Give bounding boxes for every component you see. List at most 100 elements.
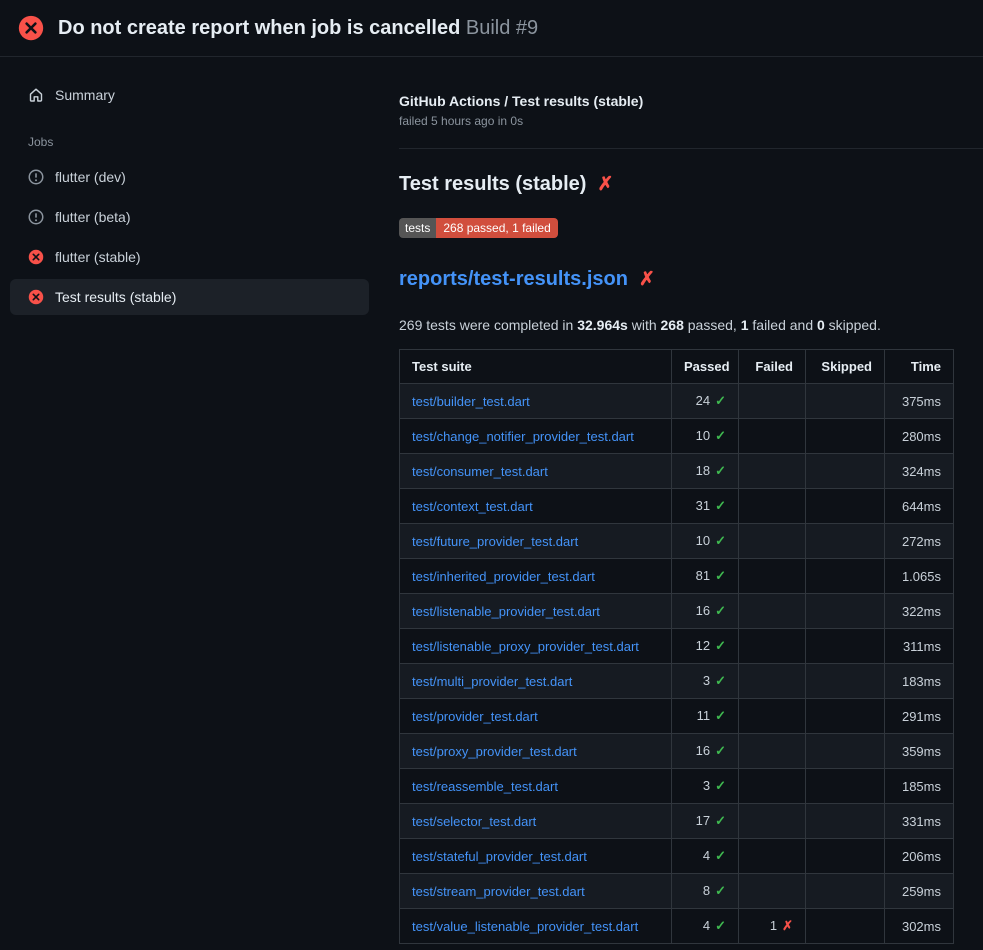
check-icon: ✓ (715, 743, 726, 758)
test-suite-link[interactable]: test/value_listenable_provider_test.dart (412, 919, 638, 934)
sidebar-job-item[interactable]: flutter (stable) (10, 239, 369, 275)
table-row: test/stateful_provider_test.dart 4✓ 206m… (400, 839, 954, 874)
test-suite-link[interactable]: test/multi_provider_test.dart (412, 674, 572, 689)
skipped-cell (806, 769, 885, 804)
check-icon: ✓ (715, 603, 726, 618)
job-label: flutter (stable) (55, 249, 141, 265)
skipped-cell (806, 874, 885, 909)
table-row: test/stream_provider_test.dart 8✓ 259ms (400, 874, 954, 909)
passed-count: 8 (703, 883, 710, 898)
sidebar-summary-label: Summary (55, 87, 115, 103)
time-cell: 644ms (885, 489, 954, 524)
test-suite-link[interactable]: test/selector_test.dart (412, 814, 536, 829)
failed-cell (739, 629, 806, 664)
sidebar-job-item[interactable]: Test results (stable) (10, 279, 369, 315)
table-row: test/provider_test.dart 11✓ 291ms (400, 699, 954, 734)
skipped-cell (806, 804, 885, 839)
time-cell: 291ms (885, 699, 954, 734)
suite-cell: test/context_test.dart (400, 489, 672, 524)
table-row: test/listenable_provider_test.dart 16✓ 3… (400, 594, 954, 629)
tests-status-badge: tests 268 passed, 1 failed (399, 218, 558, 238)
build-header: Do not create report when job is cancell… (0, 0, 983, 57)
suite-cell: test/change_notifier_provider_test.dart (400, 419, 672, 454)
table-row: test/selector_test.dart 17✓ 331ms (400, 804, 954, 839)
failed-cell (739, 594, 806, 629)
suite-cell: test/listenable_provider_test.dart (400, 594, 672, 629)
summary-text: with (628, 317, 661, 333)
check-icon: ✓ (715, 498, 726, 513)
table-row: test/inherited_provider_test.dart 81✓ 1.… (400, 559, 954, 594)
report-file-link[interactable]: reports/test-results.json (399, 268, 628, 291)
check-icon: ✓ (715, 708, 726, 723)
test-suite-link[interactable]: test/change_notifier_provider_test.dart (412, 429, 634, 444)
test-suite-link[interactable]: test/proxy_provider_test.dart (412, 744, 577, 759)
passed-cell: 10✓ (672, 419, 739, 454)
time-cell: 359ms (885, 734, 954, 769)
column-header-skipped: Skipped (806, 350, 885, 384)
sidebar-item-summary[interactable]: Summary (10, 77, 369, 113)
suite-cell: test/selector_test.dart (400, 804, 672, 839)
run-meta: failed 5 hours ago in 0s (399, 114, 983, 128)
failed-cell (739, 664, 806, 699)
test-suite-link[interactable]: test/stateful_provider_test.dart (412, 849, 587, 864)
table-row: test/reassemble_test.dart 3✓ 185ms (400, 769, 954, 804)
test-suite-link[interactable]: test/context_test.dart (412, 499, 533, 514)
check-icon: ✓ (715, 778, 726, 793)
skipped-cell (806, 559, 885, 594)
failed-x-icon: ✗ (597, 175, 613, 194)
skipped-cell (806, 839, 885, 874)
test-suite-link[interactable]: test/listenable_provider_test.dart (412, 604, 600, 619)
time-cell: 331ms (885, 804, 954, 839)
time-cell: 1.065s (885, 559, 954, 594)
report-title: reports/test-results.json ✗ (399, 268, 983, 291)
suite-cell: test/stateful_provider_test.dart (400, 839, 672, 874)
suite-cell: test/reassemble_test.dart (400, 769, 672, 804)
section-title-text: Test results (stable) (399, 173, 586, 196)
sidebar: Summary Jobs flutter (dev) flutter (beta… (0, 57, 383, 319)
test-suite-link[interactable]: test/inherited_provider_test.dart (412, 569, 595, 584)
passed-count: 10 (696, 533, 710, 548)
test-suite-link[interactable]: test/reassemble_test.dart (412, 779, 558, 794)
alert-circle-icon (28, 209, 44, 225)
x-circle-icon (28, 289, 44, 305)
suite-cell: test/consumer_test.dart (400, 454, 672, 489)
summary-text: 269 tests were completed in (399, 317, 577, 333)
check-icon: ✓ (715, 428, 726, 443)
x-circle-icon (18, 15, 44, 41)
test-suite-link[interactable]: test/provider_test.dart (412, 709, 538, 724)
check-icon: ✓ (715, 463, 726, 478)
failed-cell (739, 559, 806, 594)
job-label: Test results (stable) (55, 289, 176, 305)
sidebar-job-item[interactable]: flutter (beta) (10, 199, 369, 235)
sidebar-job-item[interactable]: flutter (dev) (10, 159, 369, 195)
divider (399, 148, 983, 149)
summary-passed-count: 268 (661, 317, 684, 333)
failed-count: 1 (770, 918, 777, 933)
table-row: test/builder_test.dart 24 ✓ 375ms (400, 384, 954, 419)
test-suite-link[interactable]: test/stream_provider_test.dart (412, 884, 585, 899)
test-suite-link[interactable]: test/future_provider_test.dart (412, 534, 578, 549)
column-header-passed: Passed (672, 350, 739, 384)
passed-count: 24 (696, 393, 710, 408)
passed-cell: 12✓ (672, 629, 739, 664)
suite-cell: test/proxy_provider_test.dart (400, 734, 672, 769)
summary-text: failed and (749, 317, 818, 333)
skipped-cell (806, 524, 885, 559)
summary-text: passed, (684, 317, 741, 333)
failed-cell (739, 734, 806, 769)
check-icon: ✓ (715, 393, 726, 408)
x-icon: ✗ (782, 918, 793, 933)
results-table: Test suite Passed Failed Skipped Time te… (399, 349, 954, 944)
failed-cell (739, 489, 806, 524)
passed-cell: 3✓ (672, 769, 739, 804)
test-suite-link[interactable]: test/builder_test.dart (412, 394, 530, 409)
table-header-row: Test suite Passed Failed Skipped Time (400, 350, 954, 384)
time-cell: 375ms (885, 384, 954, 419)
failed-cell (739, 454, 806, 489)
test-suite-link[interactable]: test/listenable_proxy_provider_test.dart (412, 639, 639, 654)
table-row: test/context_test.dart 31✓ 644ms (400, 489, 954, 524)
column-header-failed: Failed (739, 350, 806, 384)
suite-cell: test/provider_test.dart (400, 699, 672, 734)
skipped-cell (806, 734, 885, 769)
test-suite-link[interactable]: test/consumer_test.dart (412, 464, 548, 479)
